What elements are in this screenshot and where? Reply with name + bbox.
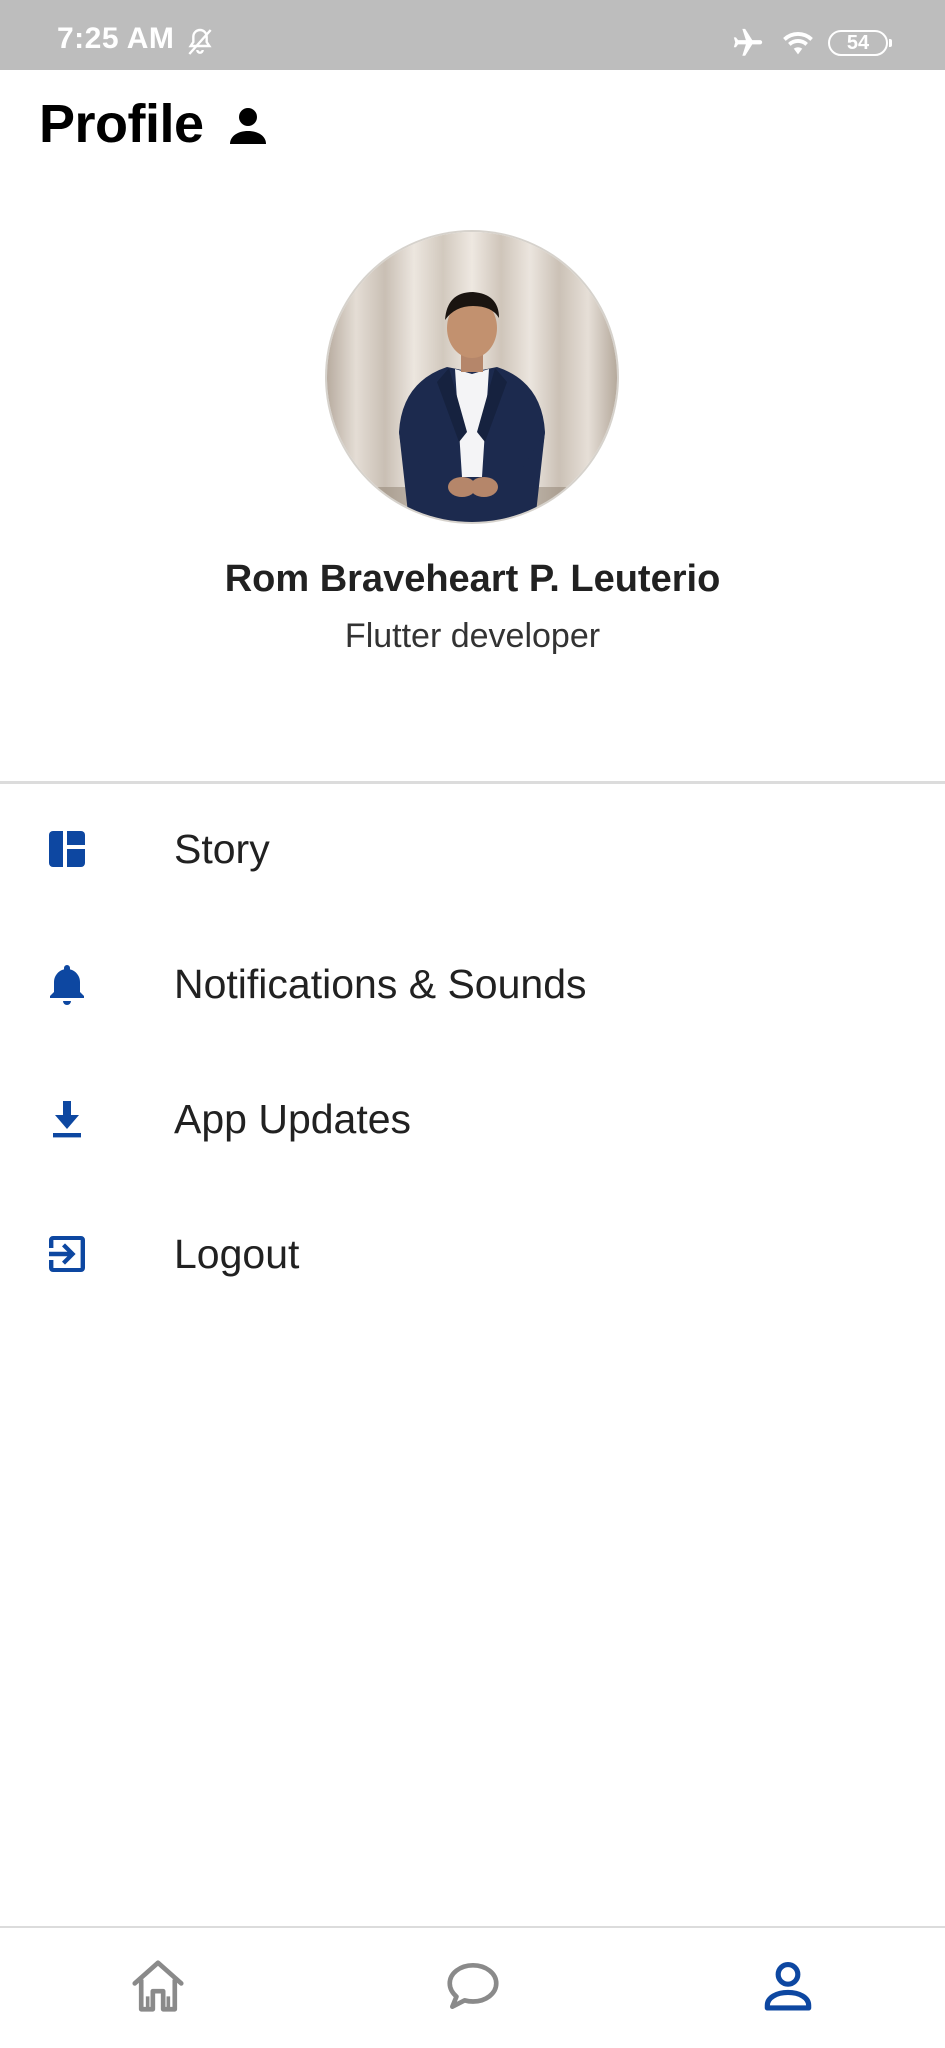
download-icon xyxy=(53,1101,81,1138)
profile-avatar xyxy=(327,232,617,522)
menu-item-label: Story xyxy=(174,826,270,872)
nav-profile[interactable] xyxy=(630,1928,945,2048)
menu-item-label: Notifications & Sounds xyxy=(174,961,587,1007)
chat-bubble-icon xyxy=(447,1963,499,2009)
home-icon xyxy=(132,1960,184,2012)
menu-item-label: Logout xyxy=(174,1231,300,1277)
airplane-mode-icon xyxy=(733,28,763,56)
status-time: 7:25 AM xyxy=(57,22,175,55)
menu-item-app-updates[interactable]: App Updates xyxy=(0,1052,945,1186)
menu-item-label: App Updates xyxy=(174,1096,412,1142)
dashboard-icon xyxy=(49,831,85,867)
exit-to-app-icon xyxy=(49,1236,85,1272)
notifications-off-icon xyxy=(188,28,212,55)
person-icon xyxy=(230,108,266,144)
menu-item-notifications-sounds[interactable]: Notifications & Sounds xyxy=(0,917,945,1051)
profile-screen: 7:25 AM 54 Profile Rom Braveheart P. Leu… xyxy=(0,0,945,2048)
profile-role: Flutter developer xyxy=(344,617,601,655)
menu-item-logout[interactable]: Logout xyxy=(0,1187,945,1321)
person-outline-icon xyxy=(764,1961,812,2011)
status-bar: 7:25 AM 54 xyxy=(0,0,945,70)
menu-item-story[interactable]: Story xyxy=(0,782,945,916)
app-header: Profile xyxy=(0,70,945,180)
profile-photo xyxy=(327,232,617,522)
nav-home[interactable] xyxy=(0,1928,315,2048)
nav-chat[interactable] xyxy=(315,1928,630,2048)
battery-level: 54 xyxy=(846,32,870,54)
wifi-icon xyxy=(783,31,813,55)
battery-icon: 54 xyxy=(828,30,892,56)
page-title: Profile xyxy=(39,94,204,154)
bell-icon xyxy=(50,965,84,1005)
bottom-navigation xyxy=(0,1926,945,2048)
profile-name: Rom Braveheart P. Leuterio xyxy=(224,558,721,600)
